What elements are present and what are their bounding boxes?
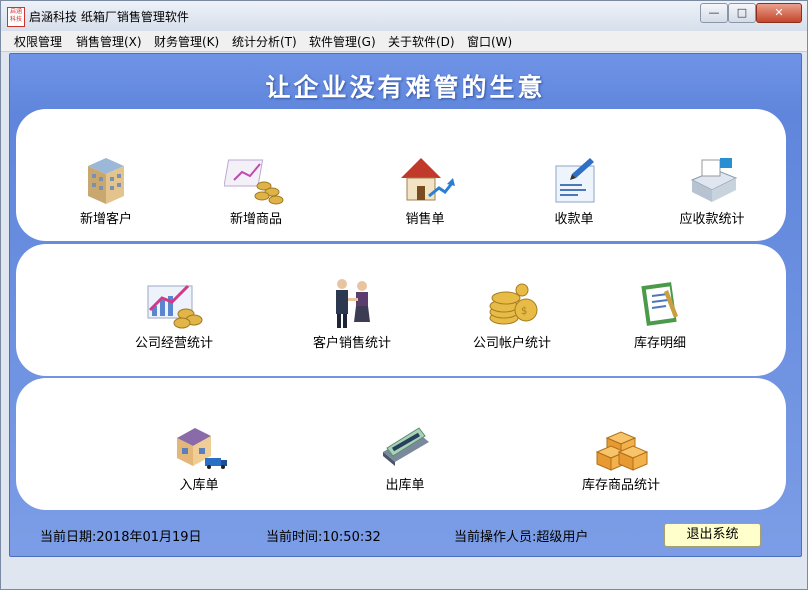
stock-in-button[interactable]: 入库单 (154, 418, 244, 493)
current-time: 当前时间:10:50:32 (266, 530, 381, 545)
main-panel: 让企业没有难管的生意 新增客户 新增商品 销售单 收款单 应收款统计 公司经营统… (9, 53, 802, 557)
menu-about[interactable]: 关于软件(D) (388, 33, 455, 50)
inventory-product-stats-label: 库存商品统计 (581, 478, 660, 493)
growth-chart-icon (142, 276, 206, 330)
maximize-button[interactable]: □ (728, 3, 756, 23)
close-button[interactable]: ✕ (756, 3, 802, 23)
add-customer-button[interactable]: 新增客户 (61, 152, 151, 227)
receipt-icon (542, 152, 606, 206)
current-operator: 当前操作人员:超级用户 (454, 530, 589, 545)
receivables-stats-button[interactable]: 应收款统计 (662, 152, 762, 227)
menu-finance[interactable]: 财务管理(K) (154, 33, 219, 50)
house-icon (393, 152, 457, 206)
receipt-button[interactable]: 收款单 (529, 152, 619, 227)
customer-sales-stats-label: 客户销售统计 (312, 336, 391, 351)
sales-order-label: 销售单 (405, 212, 445, 227)
inventory-product-stats-button[interactable]: 库存商品统计 (566, 418, 676, 493)
receipt-label: 收款单 (554, 212, 594, 227)
card-icon (373, 418, 437, 472)
stock-out-label: 出库单 (385, 478, 425, 493)
app-logo-icon: 启涵科技 (7, 7, 25, 27)
minimize-button[interactable]: — (700, 3, 728, 23)
gold-coins-icon: $ (480, 276, 544, 330)
warehouse-truck-icon (167, 418, 231, 472)
menu-window[interactable]: 窗口(W) (467, 33, 512, 50)
building-icon (74, 152, 138, 206)
function-row-3: 入库单 出库单 库存商品统计 (16, 378, 786, 510)
window-title: 启涵科技 纸箱厂销售管理软件 (29, 10, 189, 24)
add-product-label: 新增商品 (229, 212, 282, 227)
company-operation-stats-label: 公司经营统计 (134, 336, 213, 351)
exit-system-button[interactable]: 退出系统 (664, 523, 761, 547)
app-window: 启涵科技 启涵科技 纸箱厂销售管理软件 — □ ✕ 权限管理 销售管理(X) 财… (0, 0, 808, 590)
company-account-stats-label: 公司帐户统计 (472, 336, 551, 351)
menu-software[interactable]: 软件管理(G) (309, 33, 376, 50)
menu-bar: 权限管理 销售管理(X) 财务管理(K) 统计分析(T) 软件管理(G) 关于软… (1, 31, 807, 52)
customer-sales-stats-button[interactable]: 客户销售统计 (292, 276, 412, 351)
current-date: 当前日期:2018年01月19日 (40, 530, 202, 545)
menu-sales[interactable]: 销售管理(X) (76, 33, 142, 50)
clipboard-icon (628, 276, 692, 330)
inventory-detail-button[interactable]: 库存明细 (615, 276, 705, 351)
company-account-stats-button[interactable]: $ 公司帐户统计 (457, 276, 567, 351)
title-bar[interactable]: 启涵科技 启涵科技 纸箱厂销售管理软件 — □ ✕ (1, 1, 807, 31)
add-customer-label: 新增客户 (79, 212, 132, 227)
menu-statistics[interactable]: 统计分析(T) (232, 33, 297, 50)
coins-chart-icon (223, 152, 288, 206)
boxes-icon (589, 418, 653, 472)
stock-in-label: 入库单 (179, 478, 219, 493)
svg-text:$: $ (521, 306, 527, 317)
add-product-button[interactable]: 新增商品 (211, 152, 301, 227)
receivables-stats-label: 应收款统计 (679, 212, 745, 227)
function-row-2: 公司经营统计 客户销售统计 $ 公司帐户统计 库存明细 (16, 244, 786, 376)
function-row-1: 新增客户 新增商品 销售单 收款单 应收款统计 (16, 109, 786, 241)
menu-permissions[interactable]: 权限管理 (14, 33, 62, 50)
company-operation-stats-button[interactable]: 公司经营统计 (114, 276, 234, 351)
printer-icon (680, 152, 744, 206)
banner-slogan: 让企业没有难管的生意 (265, 73, 546, 102)
handshake-icon (320, 276, 384, 330)
sales-order-button[interactable]: 销售单 (380, 152, 470, 227)
stock-out-button[interactable]: 出库单 (360, 418, 450, 493)
window-bottom-bar (1, 557, 807, 589)
inventory-detail-label: 库存明细 (633, 336, 686, 351)
